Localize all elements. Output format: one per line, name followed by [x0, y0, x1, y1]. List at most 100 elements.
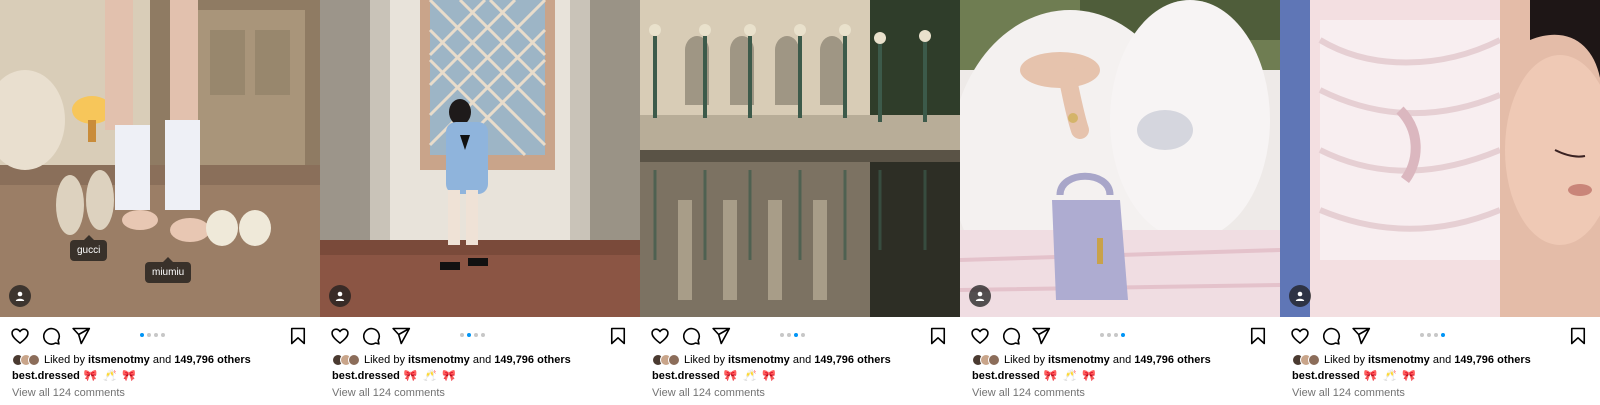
liked-by-user-link[interactable]: itsmenotmy — [408, 354, 470, 366]
carousel-dot — [467, 333, 471, 337]
caption-text: 🎀 🥂 🎀 — [723, 369, 777, 382]
action-bar — [640, 319, 960, 351]
photo-art — [960, 0, 1280, 317]
likes-others-link[interactable]: 149,796 others — [1454, 354, 1530, 366]
likes-row: Liked by itsmenotmy and 149,796 others — [332, 353, 571, 367]
post-photo[interactable] — [1280, 0, 1600, 317]
caption: best.dressed 🎀 🥂 🎀 — [972, 369, 1097, 382]
liked-by-user-link[interactable]: itsmenotmy — [728, 354, 790, 366]
carousel-dot — [154, 333, 158, 337]
bookmark-icon[interactable] — [1567, 325, 1589, 347]
likes-prefix: Liked by — [364, 354, 405, 366]
carousel-indicator — [1100, 333, 1125, 337]
caption-text: 🎀 🥂 🎀 — [83, 369, 137, 382]
carousel-dot — [801, 333, 805, 337]
send-icon[interactable] — [1350, 325, 1372, 347]
action-bar — [1280, 319, 1600, 351]
avatar — [668, 354, 680, 366]
post-photo[interactable] — [960, 0, 1280, 317]
post-photo[interactable] — [320, 0, 640, 317]
post-card: gucci miumiu Liked by itsmenotmy and 149… — [0, 0, 320, 405]
heart-icon[interactable] — [329, 325, 351, 347]
comment-icon[interactable] — [1320, 325, 1342, 347]
caption-username[interactable]: best.dressed — [972, 370, 1040, 382]
liker-avatars — [332, 354, 360, 366]
user-icon[interactable] — [1289, 285, 1311, 307]
post-card: Liked by itsmenotmy and 149,796 others b… — [640, 0, 960, 405]
likes-prefix: Liked by — [684, 354, 725, 366]
likes-and: and — [792, 354, 812, 366]
carousel-dot — [161, 333, 165, 337]
comment-icon[interactable] — [680, 325, 702, 347]
product-tag[interactable]: miumiu — [145, 257, 192, 283]
view-comments-link[interactable]: View all 124 comments — [1292, 387, 1405, 399]
likes-row: Liked by itsmenotmy and 149,796 others — [12, 353, 251, 367]
heart-icon[interactable] — [9, 325, 31, 347]
bookmark-icon[interactable] — [287, 325, 309, 347]
send-icon[interactable] — [1030, 325, 1052, 347]
post-photo[interactable]: gucci miumiu — [0, 0, 320, 317]
send-icon[interactable] — [390, 325, 412, 347]
caption-username[interactable]: best.dressed — [332, 370, 400, 382]
view-comments-link[interactable]: View all 124 comments — [972, 387, 1085, 399]
avatar — [988, 354, 1000, 366]
carousel-dot — [474, 333, 478, 337]
caption-username[interactable]: best.dressed — [1292, 370, 1360, 382]
heart-icon[interactable] — [969, 325, 991, 347]
carousel-dot — [794, 333, 798, 337]
caption-text: 🎀 🥂 🎀 — [1363, 369, 1417, 382]
likes-others-link[interactable]: 149,796 others — [1134, 354, 1210, 366]
carousel-dot — [1107, 333, 1111, 337]
comment-icon[interactable] — [40, 325, 62, 347]
carousel-dot — [1427, 333, 1431, 337]
caption: best.dressed 🎀 🥂 🎀 — [1292, 369, 1417, 382]
photo-art — [1280, 0, 1600, 317]
liker-avatars — [652, 354, 680, 366]
carousel-dot — [1420, 333, 1424, 337]
liked-by-user-link[interactable]: itsmenotmy — [1368, 354, 1430, 366]
likes-row: Liked by itsmenotmy and 149,796 others — [972, 353, 1211, 367]
heart-icon[interactable] — [1289, 325, 1311, 347]
liker-avatars — [972, 354, 1000, 366]
post-card: Liked by itsmenotmy and 149,796 others b… — [960, 0, 1280, 405]
likes-others-link[interactable]: 149,796 others — [174, 354, 250, 366]
user-icon[interactable] — [9, 285, 31, 307]
send-icon[interactable] — [70, 325, 92, 347]
caption-username[interactable]: best.dressed — [12, 370, 80, 382]
caption-text: 🎀 🥂 🎀 — [403, 369, 457, 382]
liked-by-user-link[interactable]: itsmenotmy — [88, 354, 150, 366]
carousel-dot — [787, 333, 791, 337]
post-card: Liked by itsmenotmy and 149,796 others b… — [1280, 0, 1600, 405]
carousel-indicator — [1420, 333, 1445, 337]
likes-and: and — [152, 354, 172, 366]
comment-icon[interactable] — [1000, 325, 1022, 347]
carousel-dot — [1100, 333, 1104, 337]
user-icon[interactable] — [329, 285, 351, 307]
bookmark-icon[interactable] — [1247, 325, 1269, 347]
send-icon[interactable] — [710, 325, 732, 347]
carousel-dot — [147, 333, 151, 337]
likes-others-link[interactable]: 149,796 others — [494, 354, 570, 366]
caption: best.dressed 🎀 🥂 🎀 — [652, 369, 777, 382]
view-comments-link[interactable]: View all 124 comments — [652, 387, 765, 399]
likes-and: and — [1432, 354, 1452, 366]
action-bar — [320, 319, 640, 351]
bookmark-icon[interactable] — [927, 325, 949, 347]
likes-and: and — [472, 354, 492, 366]
view-comments-link[interactable]: View all 124 comments — [12, 387, 125, 399]
likes-row: Liked by itsmenotmy and 149,796 others — [652, 353, 891, 367]
product-tag[interactable]: gucci — [70, 235, 108, 261]
photo-art — [640, 0, 960, 317]
heart-icon[interactable] — [649, 325, 671, 347]
view-comments-link[interactable]: View all 124 comments — [332, 387, 445, 399]
liked-by-user-link[interactable]: itsmenotmy — [1048, 354, 1110, 366]
post-photo[interactable] — [640, 0, 960, 317]
action-bar — [960, 319, 1280, 351]
bookmark-icon[interactable] — [607, 325, 629, 347]
user-icon[interactable] — [969, 285, 991, 307]
likes-row: Liked by itsmenotmy and 149,796 others — [1292, 353, 1531, 367]
caption-username[interactable]: best.dressed — [652, 370, 720, 382]
comment-icon[interactable] — [360, 325, 382, 347]
likes-others-link[interactable]: 149,796 others — [814, 354, 890, 366]
liker-avatars — [1292, 354, 1320, 366]
